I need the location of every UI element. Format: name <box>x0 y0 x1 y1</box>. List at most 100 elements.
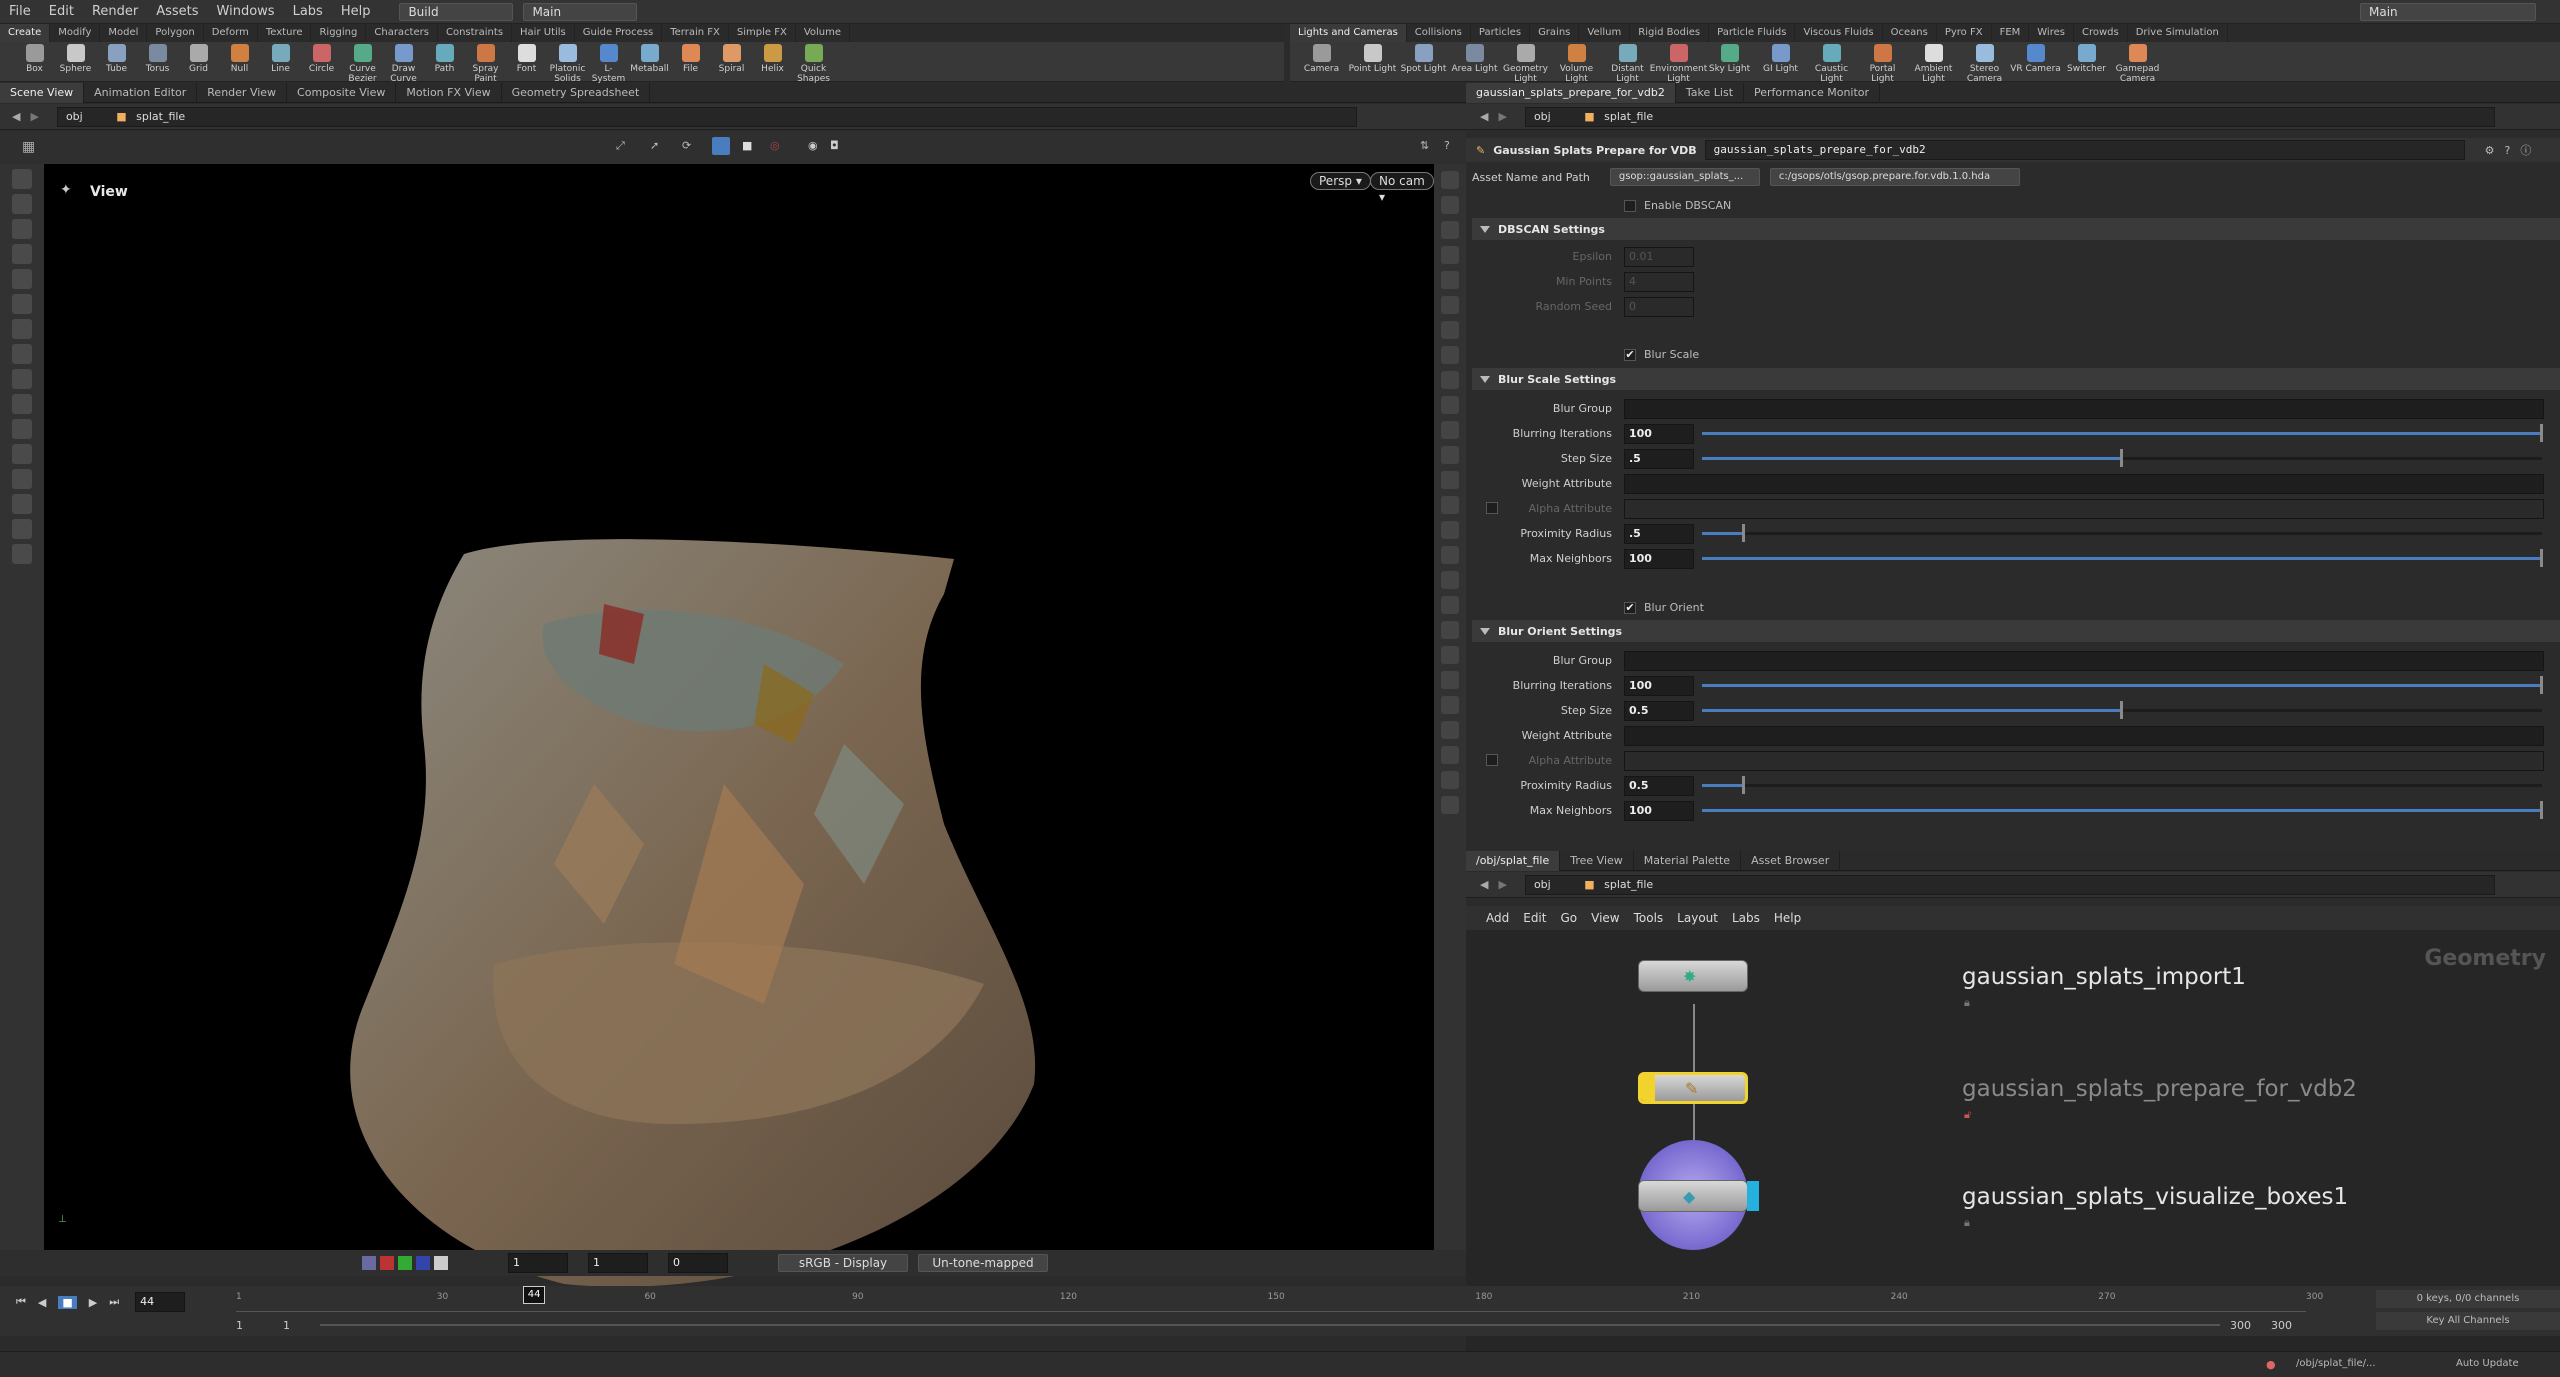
guides-icon[interactable] <box>1441 471 1459 489</box>
tool-draw-curve[interactable]: Draw Curve <box>383 42 424 84</box>
fog-icon[interactable] <box>1441 596 1459 614</box>
tool-spray-paint[interactable]: Spray Paint <box>465 42 506 84</box>
node-name-field[interactable]: gaussian_splats_prepare_for_vdb2 <box>1704 140 2465 160</box>
tab-crowds[interactable]: Crowds <box>2074 24 2128 42</box>
tonemap-select[interactable]: Un-tone-mapped <box>918 1254 1048 1272</box>
tab-fem[interactable]: FEM <box>1992 24 2030 42</box>
points-icon[interactable] <box>1441 321 1459 339</box>
frame-field-b[interactable]: 1 <box>588 1253 648 1273</box>
blur-orient-checkbox[interactable]: ✔ <box>1624 601 1636 614</box>
camera-icon[interactable] <box>1441 371 1459 389</box>
grid-icon[interactable] <box>1441 696 1459 714</box>
orient-step-slider[interactable] <box>1702 701 2542 719</box>
menu-windows[interactable]: Windows <box>208 0 284 24</box>
bounds-icon[interactable] <box>1441 496 1459 514</box>
tab-rigid-bodies[interactable]: Rigid Bodies <box>1630 24 1710 42</box>
key-all-channels-button[interactable]: Key All Channels <box>2376 1312 2560 1330</box>
tab-performance-monitor[interactable]: Performance Monitor <box>1744 82 1881 103</box>
transform-icon[interactable] <box>12 494 32 514</box>
tab-take-list[interactable]: Take List <box>1676 82 1745 103</box>
orient-radius-slider[interactable] <box>1702 776 2542 794</box>
tab-collisions[interactable]: Collisions <box>1407 24 1471 42</box>
sculpt-icon[interactable] <box>12 394 32 414</box>
shading-mode-icon[interactable] <box>712 137 730 155</box>
net-forward-icon[interactable]: ▶ <box>1498 878 1506 891</box>
tool-platonic-solids[interactable]: Platonic Solids <box>547 42 588 84</box>
template-icon[interactable] <box>1441 521 1459 539</box>
tab-create[interactable]: Create <box>0 24 51 42</box>
vertex-icon[interactable] <box>1441 396 1459 414</box>
orient-neighbors-slider-knob[interactable] <box>2540 801 2543 819</box>
orient-step-slider-knob[interactable] <box>2120 701 2123 719</box>
tool-sky-light[interactable]: Sky Light <box>1704 42 1755 74</box>
measure-icon[interactable] <box>12 419 32 439</box>
scale-neighbors-slider-knob[interactable] <box>2540 549 2543 567</box>
node-import[interactable]: ✸ <box>1638 960 1748 992</box>
tool-caustic-light[interactable]: Caustic Light <box>1806 42 1857 84</box>
scale-weight-field[interactable] <box>1624 473 2544 494</box>
scene-path-field[interactable]: obj ■ splat_file <box>56 106 1357 127</box>
persp-menu[interactable]: Persp ▾ <box>1310 172 1371 190</box>
scale-iterations-field[interactable]: 100 <box>1624 423 1694 444</box>
visibility-icon[interactable]: ◉ <box>808 139 818 152</box>
tool-spot-light[interactable]: Spot Light <box>1398 42 1449 74</box>
info-icon[interactable]: ⓘ <box>2520 142 2531 158</box>
tab-material-palette[interactable]: Material Palette <box>1634 850 1742 871</box>
tab-composite-view[interactable]: Composite View <box>287 82 397 103</box>
pick-icon[interactable] <box>12 444 32 464</box>
tool-portal-light[interactable]: Portal Light <box>1857 42 1908 84</box>
stop-icon[interactable]: ■ <box>58 1295 77 1309</box>
shading-icon[interactable] <box>1441 246 1459 264</box>
timeline-ruler[interactable]: 44 1 30 60 90 120 150 180 210 240 270 300 <box>236 1286 2323 1312</box>
tool-curve-bezier[interactable]: Curve Bezier <box>342 42 383 84</box>
lock-view-icon[interactable] <box>1441 221 1459 239</box>
orient-weight-field[interactable] <box>1624 725 2544 746</box>
blur-scale-section[interactable]: Blur Scale Settings <box>1472 368 2560 390</box>
seed-field[interactable]: 0 <box>1624 296 1694 317</box>
tool-l-system[interactable]: L-System <box>588 42 629 84</box>
tool-metaball[interactable]: Metaball <box>629 42 670 74</box>
orient-blur-group-field[interactable] <box>1624 650 2544 671</box>
wireframe-icon[interactable] <box>1441 171 1459 189</box>
tab-vellum[interactable]: Vellum <box>1579 24 1631 42</box>
orient-iterations-field[interactable]: 100 <box>1624 675 1694 696</box>
tool-font[interactable]: Font <box>506 42 547 74</box>
scale-step-slider[interactable] <box>1702 449 2542 467</box>
range-end-2[interactable]: 300 <box>2271 1319 2292 1332</box>
tool-stereo-camera[interactable]: Stereo Camera <box>1959 42 2010 84</box>
tool-camera[interactable]: Camera <box>1296 42 1347 74</box>
tool-geometry-light[interactable]: Geometry Light <box>1500 42 1551 84</box>
record-icon[interactable]: ◎ <box>770 139 780 152</box>
minpoints-field[interactable]: 4 <box>1624 271 1694 292</box>
tab-gaussian-splats-prepare-for-vdb2[interactable]: gaussian_splats_prepare_for_vdb2 <box>1466 82 1676 103</box>
scale-radius-slider-knob[interactable] <box>1742 524 1745 542</box>
blur-orient-section[interactable]: Blur Orient Settings <box>1472 620 2560 642</box>
colorspace-select[interactable]: sRGB - Display <box>778 1254 908 1272</box>
blur-scale-checkbox[interactable]: ✔ <box>1624 348 1636 361</box>
tab-rigging[interactable]: Rigging <box>311 24 367 42</box>
tab-particles[interactable]: Particles <box>1471 24 1531 42</box>
tool-box[interactable]: Box <box>14 42 55 74</box>
tool-gi-light[interactable]: GI Light <box>1755 42 1806 74</box>
range-slider[interactable] <box>320 1324 2220 1326</box>
orient-neighbors-field[interactable]: 100 <box>1624 800 1694 821</box>
playhead[interactable]: 44 <box>523 1286 546 1304</box>
magnet-icon[interactable] <box>12 344 32 364</box>
net-menu-labs[interactable]: Labs <box>1732 911 1760 925</box>
epsilon-field[interactable]: 0.01 <box>1624 246 1694 267</box>
network-path-field[interactable]: obj ■ splat_file <box>1524 874 2495 895</box>
tab-grains[interactable]: Grains <box>1530 24 1580 42</box>
tab-volume[interactable]: Volume <box>796 24 851 42</box>
scale-alpha-checkbox[interactable] <box>1486 502 1498 514</box>
grid-menu-icon[interactable]: ▦ <box>22 139 35 155</box>
menu-labs[interactable]: Labs <box>284 0 332 24</box>
tab-deform[interactable]: Deform <box>204 24 258 42</box>
display-flag[interactable] <box>1747 1181 1759 1211</box>
tool-ambient-light[interactable]: Ambient Light <box>1908 42 1959 84</box>
tool-environment-light[interactable]: Environment Light <box>1650 42 1707 84</box>
reflect-icon[interactable] <box>1441 671 1459 689</box>
desktop-select[interactable]: Build <box>399 2 514 21</box>
tab-terrain-fx[interactable]: Terrain FX <box>662 24 729 42</box>
light-icon[interactable] <box>12 544 32 564</box>
tab-particle-fluids[interactable]: Particle Fluids <box>1709 24 1796 42</box>
